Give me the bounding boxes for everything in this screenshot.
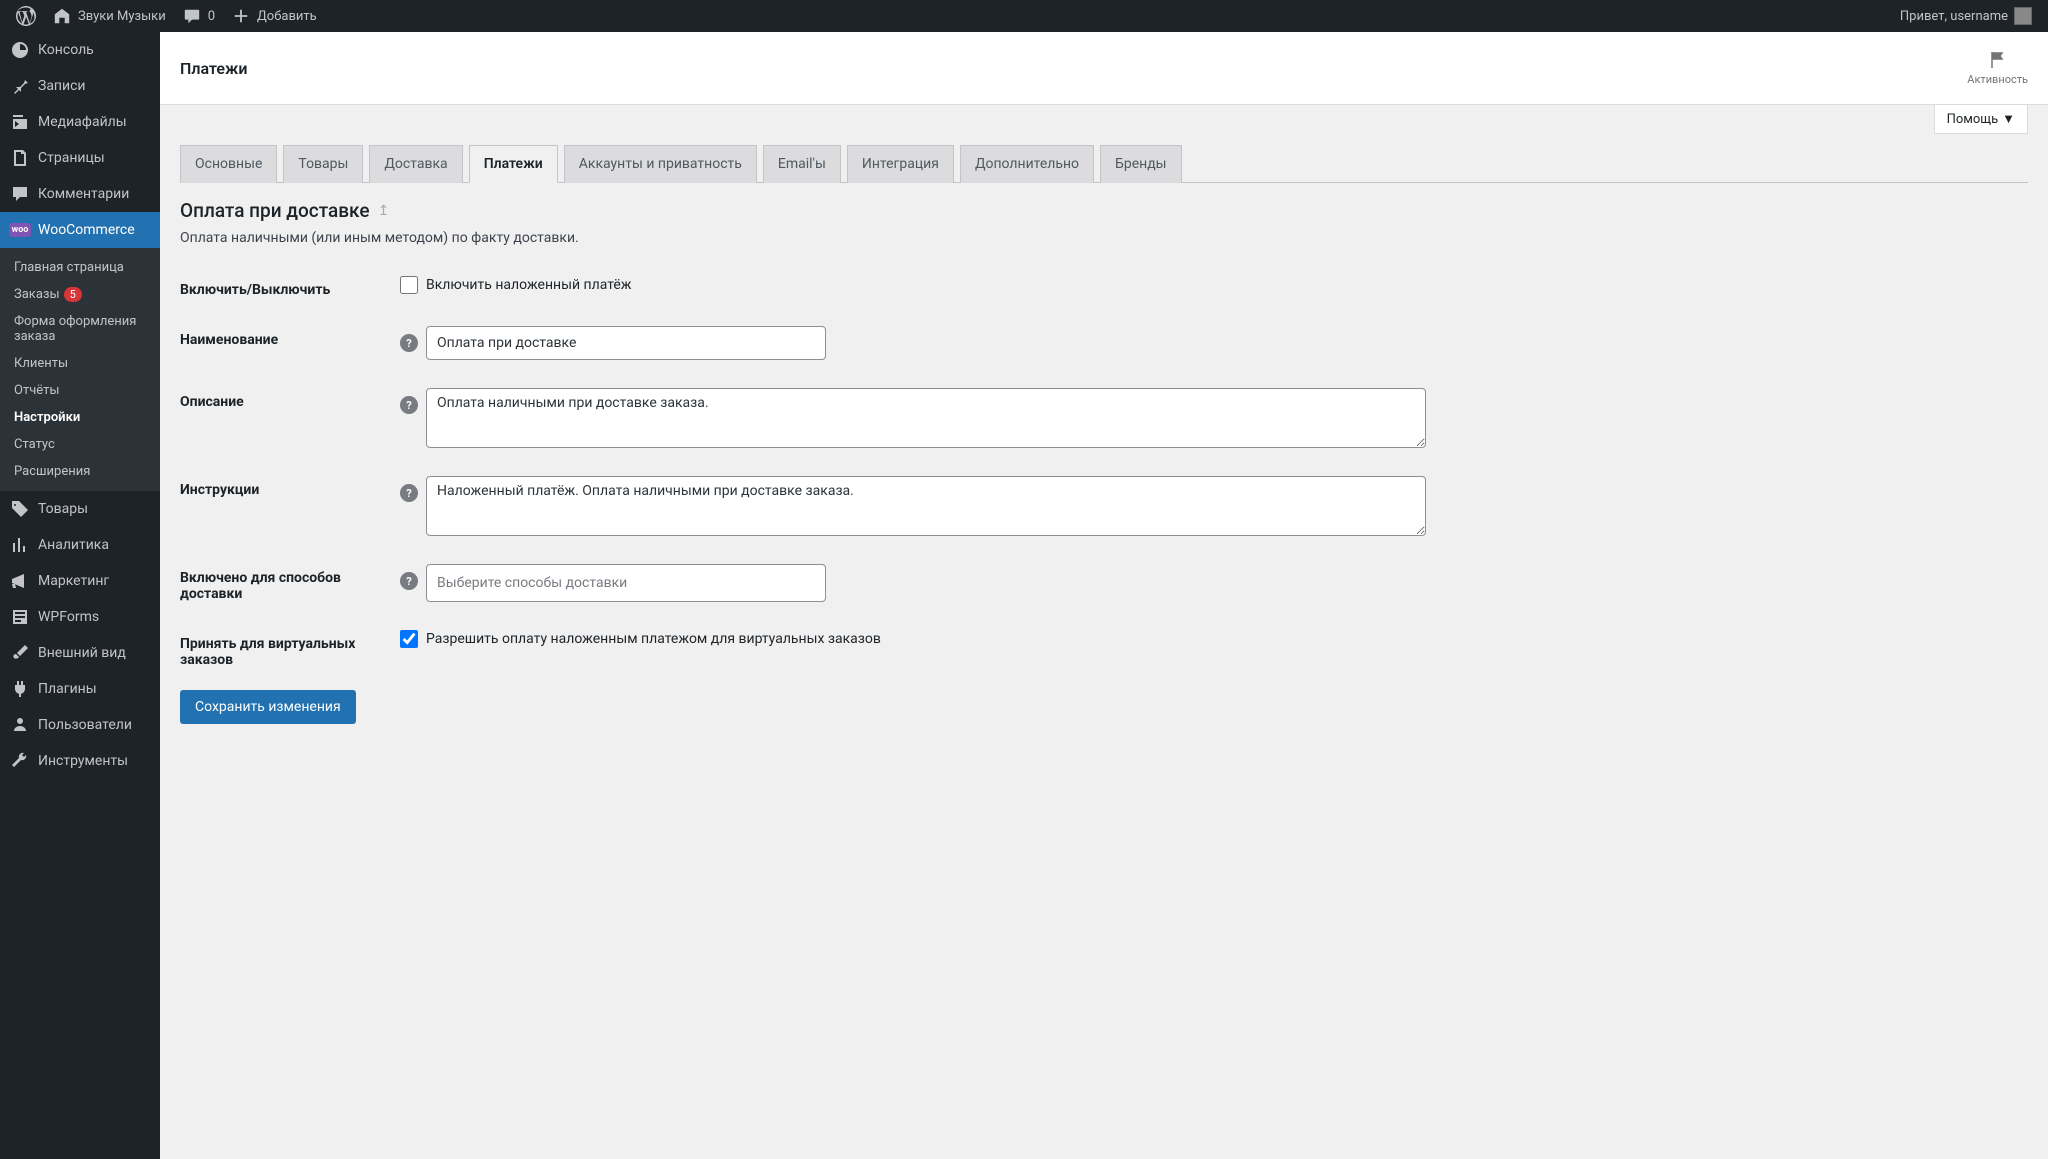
user-icon (10, 715, 30, 735)
menu-appearance[interactable]: Внешний вид (0, 635, 160, 671)
woocommerce-submenu: Главная страница Заказы 5 Форма оформлен… (0, 248, 160, 491)
tab-2[interactable]: Доставка (369, 145, 462, 183)
menu-dashboard[interactable]: Консоль (0, 32, 160, 68)
comments-link[interactable]: 0 (174, 0, 223, 32)
wordpress-icon (16, 6, 36, 26)
add-new-link[interactable]: Добавить (223, 0, 325, 32)
enable-checkbox[interactable] (400, 276, 418, 294)
virtual-label: Принять для виртуальных заказов (180, 630, 400, 668)
menu-pages[interactable]: Страницы (0, 140, 160, 176)
menu-users[interactable]: Пользователи (0, 707, 160, 743)
submenu-customers[interactable]: Клиенты (0, 350, 160, 377)
menu-products[interactable]: Товары (0, 491, 160, 527)
admin-sidebar: Консоль Записи Медиафайлы Страницы Комме… (0, 32, 160, 1159)
tab-5[interactable]: Email'ы (763, 145, 841, 183)
main-content: Платежи Активность Помощь ▼ ОсновныеТова… (160, 32, 2048, 1159)
submenu-orders[interactable]: Заказы 5 (0, 281, 160, 308)
section-description: Оплата наличными (или иным методом) по ф… (180, 230, 2028, 246)
tab-6[interactable]: Интеграция (847, 145, 954, 183)
menu-marketing[interactable]: Маркетинг (0, 563, 160, 599)
woocommerce-icon: woo (10, 220, 30, 240)
comment-count: 0 (208, 9, 215, 24)
settings-tabs: ОсновныеТоварыДоставкаПлатежиАккаунты и … (180, 144, 2028, 183)
site-name-link[interactable]: Звуки Музыки (44, 0, 174, 32)
form-icon (10, 607, 30, 627)
page-title: Платежи (180, 59, 248, 78)
greeting-text: Привет, username (1900, 9, 2008, 24)
enable-checkbox-row[interactable]: Включить наложенный платёж (400, 276, 632, 294)
menu-wpforms[interactable]: WPForms (0, 599, 160, 635)
menu-posts[interactable]: Записи (0, 68, 160, 104)
megaphone-icon (10, 571, 30, 591)
submenu-settings[interactable]: Настройки (0, 404, 160, 431)
plus-icon (231, 6, 251, 26)
submenu-home[interactable]: Главная страница (0, 254, 160, 281)
pin-icon (10, 76, 30, 96)
plug-icon (10, 679, 30, 699)
shipping-methods-label: Включено для способов доставки (180, 564, 400, 602)
help-icon[interactable]: ? (400, 396, 418, 414)
menu-analytics[interactable]: Аналитика (0, 527, 160, 563)
page-header: Платежи Активность (160, 32, 2048, 105)
tab-3[interactable]: Платежи (469, 145, 558, 183)
tab-1[interactable]: Товары (283, 145, 363, 183)
home-icon (52, 6, 72, 26)
virtual-checkbox-row[interactable]: Разрешить оплату наложенным платежом для… (400, 630, 881, 648)
page-icon (10, 148, 30, 168)
tag-icon (10, 499, 30, 519)
wp-logo[interactable] (8, 0, 44, 32)
orders-badge: 5 (64, 287, 82, 302)
wrench-icon (10, 751, 30, 771)
chevron-down-icon: ▼ (2002, 111, 2015, 127)
enable-label: Включить/Выключить (180, 276, 400, 298)
help-icon[interactable]: ? (400, 484, 418, 502)
avatar (2014, 7, 2032, 25)
comment-icon (10, 184, 30, 204)
menu-comments[interactable]: Комментарии (0, 176, 160, 212)
media-icon (10, 112, 30, 132)
tab-8[interactable]: Бренды (1100, 145, 1182, 183)
help-toggle[interactable]: Помощь ▼ (1934, 105, 2028, 134)
menu-woocommerce[interactable]: woo WooCommerce (0, 212, 160, 248)
menu-tools[interactable]: Инструменты (0, 743, 160, 779)
shipping-methods-select[interactable]: Выберите способы доставки (426, 564, 826, 602)
save-button[interactable]: Сохранить изменения (180, 690, 356, 724)
instructions-label: Инструкции (180, 476, 400, 498)
admin-bar: Звуки Музыки 0 Добавить Привет, username (0, 0, 2048, 32)
add-new-label: Добавить (257, 9, 317, 24)
submenu-checkout[interactable]: Форма оформления заказа (0, 308, 160, 350)
user-greeting[interactable]: Привет, username (1892, 0, 2040, 32)
back-link-icon[interactable]: ↥ (378, 203, 390, 219)
site-name: Звуки Музыки (78, 9, 166, 24)
title-input[interactable] (426, 326, 826, 360)
submenu-extensions[interactable]: Расширения (0, 458, 160, 485)
submenu-status[interactable]: Статус (0, 431, 160, 458)
virtual-checkbox[interactable] (400, 630, 418, 648)
menu-plugins[interactable]: Плагины (0, 671, 160, 707)
flag-icon (1988, 50, 2008, 73)
help-icon[interactable]: ? (400, 572, 418, 590)
instructions-textarea[interactable] (426, 476, 1426, 536)
brush-icon (10, 643, 30, 663)
tab-4[interactable]: Аккаунты и приватность (564, 145, 757, 183)
activity-button[interactable]: Активность (1967, 50, 2028, 86)
description-textarea[interactable] (426, 388, 1426, 448)
submenu-reports[interactable]: Отчёты (0, 377, 160, 404)
title-label: Наименование (180, 326, 400, 348)
tab-0[interactable]: Основные (180, 145, 277, 183)
comment-icon (182, 6, 202, 26)
tab-7[interactable]: Дополнительно (960, 145, 1094, 183)
section-heading: Оплата при доставке (180, 199, 370, 222)
description-label: Описание (180, 388, 400, 410)
dashboard-icon (10, 40, 30, 60)
help-icon[interactable]: ? (400, 334, 418, 352)
menu-media[interactable]: Медиафайлы (0, 104, 160, 140)
chart-icon (10, 535, 30, 555)
